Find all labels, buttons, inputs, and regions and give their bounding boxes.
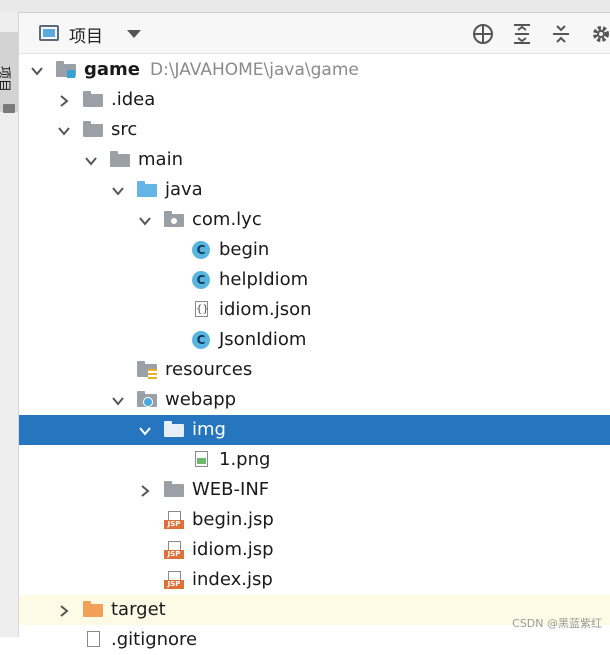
package-icon: [164, 211, 184, 229]
tree-row[interactable]: JSP index.jsp: [19, 565, 610, 595]
tree-row[interactable]: src: [19, 115, 610, 145]
java-class-icon: C: [191, 271, 211, 289]
tree-item-label: index.jsp: [192, 569, 273, 590]
tree-item-label: resources: [165, 359, 253, 380]
jsp-file-icon: JSP: [164, 511, 184, 529]
project-panel-header: 项目: [19, 13, 610, 54]
tree-row[interactable]: 1.png: [19, 445, 610, 475]
expand-all-icon[interactable]: [510, 22, 534, 46]
excluded-folder-icon: [83, 601, 103, 619]
json-file-icon: {}: [191, 301, 211, 319]
left-tool-strip: 项目: [0, 12, 19, 637]
tree-item-label: begin: [219, 239, 270, 260]
tree-row[interactable]: game D:\JAVAHOME\java\game: [19, 55, 610, 85]
watermark: CSDN @黑蓝紫红: [512, 617, 602, 630]
tree-item-label: 1.png: [219, 449, 271, 470]
tree-item-label: idiom.jsp: [192, 539, 274, 560]
tree-row[interactable]: com.lyc: [19, 205, 610, 235]
tree-item-label: WEB-INF: [192, 479, 270, 500]
tree-item-label: .idea: [111, 89, 156, 110]
tree-item-label: src: [111, 119, 138, 140]
tree-row[interactable]: main: [19, 145, 610, 175]
chevron-down-icon[interactable]: [111, 183, 125, 197]
chevron-down-icon[interactable]: [57, 123, 71, 137]
top-strip: [0, 0, 610, 13]
tree-row[interactable]: img: [19, 415, 610, 445]
folder-icon: [110, 151, 130, 169]
folder-icon: [164, 421, 184, 439]
tree-row[interactable]: ChelpIdiom: [19, 265, 610, 295]
folder-icon: [83, 121, 103, 139]
chevron-right-icon[interactable]: [138, 483, 152, 497]
tree-item-label: target: [111, 599, 166, 620]
tree-item-label: JsonIdiom: [219, 329, 307, 350]
settings-icon[interactable]: [589, 22, 610, 46]
tree-row[interactable]: C JsonIdiom: [19, 325, 610, 355]
project-view-icon: [39, 25, 59, 41]
file-icon: [83, 631, 103, 649]
tree-item-label: helpIdiom: [219, 269, 309, 290]
chevron-down-icon[interactable]: [138, 423, 152, 437]
tree-item-label: java: [165, 179, 203, 200]
chevron-down-icon[interactable]: [138, 213, 152, 227]
tree-item-label: com.lyc: [192, 209, 262, 230]
image-file-icon: [191, 451, 211, 469]
panel-title[interactable]: 项目: [69, 22, 103, 47]
tree-item-label: main: [138, 149, 183, 170]
web-folder-icon: [137, 391, 157, 409]
chevron-down-icon[interactable]: [30, 63, 44, 77]
module-folder-icon: [56, 61, 76, 79]
project-tool-tab-label: 项目: [0, 66, 11, 93]
project-tool-tab[interactable]: 项目: [0, 32, 18, 113]
tree-item-label: game: [84, 59, 140, 80]
chevron-down-icon[interactable]: [84, 153, 98, 167]
tree-row[interactable]: JSP idiom.jsp: [19, 535, 610, 565]
jsp-file-icon: JSP: [164, 541, 184, 559]
chevron-down-icon[interactable]: [127, 30, 141, 38]
resources-folder-icon: [137, 361, 157, 379]
chevron-down-icon[interactable]: [111, 393, 125, 407]
tree-row[interactable]: webapp: [19, 385, 610, 415]
tree-row[interactable]: WEB-INF: [19, 475, 610, 505]
tree-row[interactable]: {} idiom.json: [19, 295, 610, 325]
tree-row[interactable]: Cbegin: [19, 235, 610, 265]
tree-item-label: img: [192, 419, 226, 440]
source-folder-icon: [137, 181, 157, 199]
tree-item-label: webapp: [165, 389, 237, 410]
jsp-file-icon: JSP: [164, 571, 184, 589]
tree-row[interactable]: java: [19, 175, 610, 205]
tree-row[interactable]: .idea: [19, 85, 610, 115]
tree-item-label: .gitignore: [111, 629, 198, 650]
chevron-right-icon[interactable]: [57, 93, 71, 107]
tree-row[interactable]: resources: [19, 355, 610, 385]
tree-item-label: idiom.json: [219, 299, 312, 320]
folder-icon: [83, 91, 103, 109]
locate-icon[interactable]: [471, 22, 495, 46]
java-class-icon: C: [191, 331, 211, 349]
folder-icon: [164, 481, 184, 499]
chevron-right-icon[interactable]: [57, 603, 71, 617]
tree-item-label: begin.jsp: [192, 509, 274, 530]
collapse-all-icon[interactable]: [549, 22, 573, 46]
project-path: D:\JAVAHOME\java\game: [150, 60, 359, 80]
tree-row[interactable]: JSP begin.jsp: [19, 505, 610, 535]
java-class-icon: C: [191, 241, 211, 259]
folder-icon: [3, 104, 15, 113]
